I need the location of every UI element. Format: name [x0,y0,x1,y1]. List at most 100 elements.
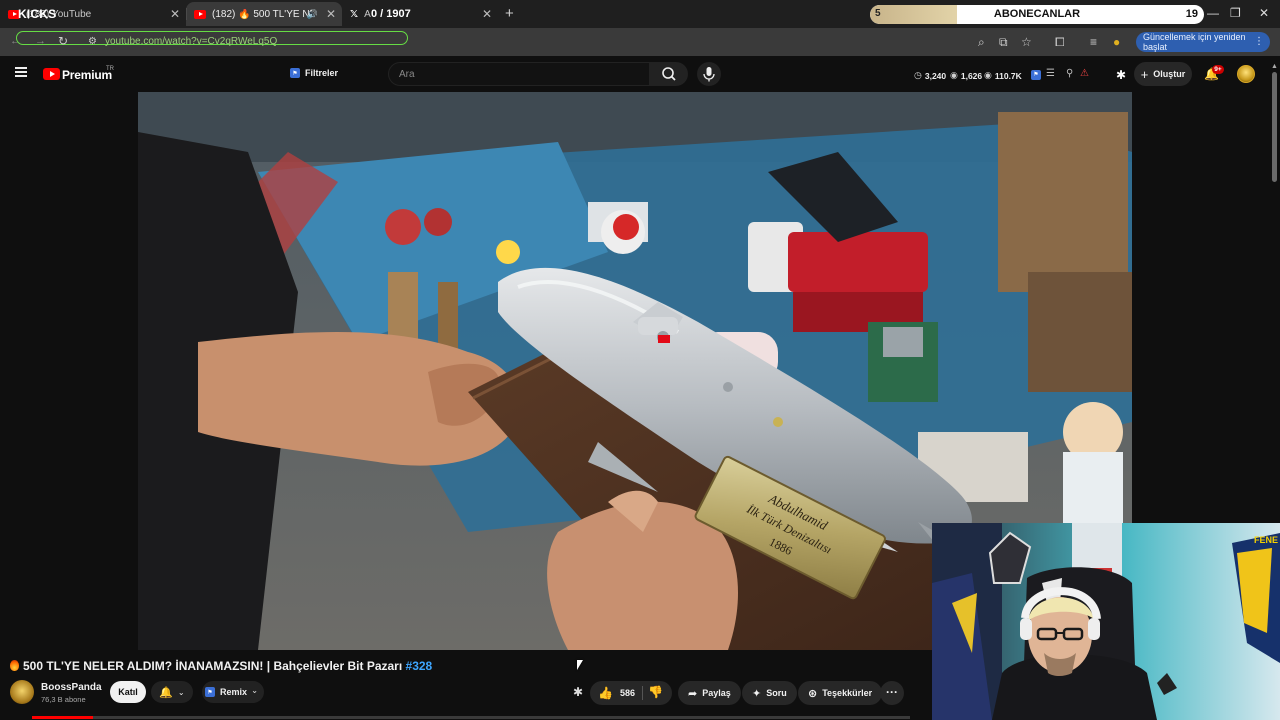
video-title-hashtag[interactable]: #328 [406,659,433,673]
restore-window-icon[interactable]: ❐ [1230,6,1241,20]
update-restart-button[interactable]: Güncellemek için yeniden başlat ⋮ [1136,32,1270,52]
youtube-masthead: Premium TR ⚑ Filtreler Ara ◷ 3,240 ◉ 1,626… [0,56,1280,92]
pin-icon[interactable]: ⚲ [1066,68,1073,79]
eye-icon: ◉ [950,70,958,80]
tab-divider [186,8,187,20]
browser-tab-x[interactable]: 𝕏 A ✕ [342,2,498,26]
search-button[interactable] [650,62,688,86]
page-scrollbar-thumb[interactable] [1272,72,1277,182]
reload-icon[interactable]: ↻ [58,34,68,48]
eye-icon: ◉ [984,70,992,80]
close-window-icon[interactable]: ✕ [1259,6,1269,20]
youtube-brand-label[interactable]: Premium [62,68,112,82]
more-actions-button[interactable]: ··· [880,681,904,705]
stat-total: ◉ 110.7K [984,70,1022,81]
microphone-icon [703,67,715,82]
extensions-icon[interactable]: ⧠ [1055,35,1065,50]
browser-menu-icon[interactable]: ⋮ [1254,36,1264,47]
paint-icon[interactable]: ✱ [1116,68,1126,82]
bell-icon: 🔔 [159,686,174,699]
minimize-window-icon[interactable]: — [1207,6,1219,20]
user-avatar[interactable] [1237,65,1255,83]
like-dislike-group: 👍 586 👎 [590,681,672,705]
search-placeholder: Ara [399,69,415,80]
stat-views: ◉ 1,626 [950,70,983,81]
youtube-logo-icon[interactable] [43,68,60,80]
zoom-icon[interactable]: ⌕ [978,35,985,50]
video-title: 500 TL'YE NELER ALDIM? İNANAMAZSIN! | Ba… [10,659,432,673]
ask-button[interactable]: ✦ Soru [742,681,797,705]
thanks-button[interactable]: ⊛ Teşekkürler [798,681,883,705]
thumbs-up-icon: 👍 [598,686,613,700]
extension-action-icon[interactable]: ✱ [573,685,583,699]
chevron-down-icon: ⌄ [177,687,185,697]
site-info-icon[interactable]: ⚙ [88,36,97,47]
pennant-text: FENE [1254,535,1278,545]
chevron-down-icon: ⌄ [251,686,258,695]
create-button[interactable]: + Oluştur [1134,62,1192,86]
filters-label: Filtreler [305,68,339,78]
thanks-label: Teşekkürler [822,688,873,698]
browser-tab-strip: ⌄ (182) YouTube ✕ (182) 🔥 500 TL'YE NELE… [0,0,1280,28]
subscriber-goal-label: ABONECANLAR [993,8,1081,20]
subscription-notifications-button[interactable]: 🔔 ⌄ [151,681,193,703]
reading-list-icon[interactable]: ≡ [1090,35,1097,49]
sparkle-icon: ✦ [752,687,762,700]
search-icon [662,67,676,81]
mouse-cursor-icon [577,660,583,670]
filters-button[interactable]: ⚑ Filtreler [290,68,338,78]
dislike-button[interactable]: 👎 [648,685,663,699]
video-progress-played [32,716,94,719]
video-progress-bar[interactable] [32,716,910,719]
like-button[interactable]: 👍 586 [598,686,635,700]
remix-button[interactable]: ⚑ Remix ⌄ [202,681,264,703]
join-button[interactable]: Katıl [110,681,146,703]
tab-close-icon[interactable]: ✕ [326,7,336,21]
subscriber-goal-right: 19 [1185,8,1198,20]
stat-watch-time: ◷ 3,240 [914,70,947,81]
ask-label: Soru [766,688,787,698]
search-input[interactable]: Ara [388,62,650,86]
clock-icon: ◷ [914,70,922,80]
plus-icon: + [1140,66,1149,82]
url-text[interactable]: youtube.com/watch?v=Cv2qRWeLq5Q [105,36,277,47]
create-label: Oluştur [1153,69,1186,79]
channel-avatar[interactable] [10,680,34,704]
menu-hamburger-icon[interactable] [15,67,27,77]
notification-count-badge: 9+ [1212,65,1224,74]
share-button[interactable]: ➦ Paylaş [678,681,741,705]
install-app-icon[interactable]: ⧉ [999,35,1008,50]
country-code: TR [106,66,114,72]
alert-icon[interactable]: ⚠ [1080,68,1089,79]
fire-icon [10,660,19,671]
tab-audio-icon[interactable]: 🔊 [307,9,318,20]
x-logo-icon: 𝕏 [350,8,359,20]
browser-tab-active-video[interactable]: (182) 🔥 500 TL'YE NELER AL 🔊 ✕ [186,2,342,26]
tab-close-icon[interactable]: ✕ [170,7,180,21]
tab-title: (182) 🔥 500 TL'YE NELER AL [212,8,312,20]
streamer-webcam-overlay: FENE [932,523,1280,720]
new-tab-plus-icon[interactable]: + [505,5,514,22]
share-label: Paylaş [702,688,731,698]
extension-badge-icon[interactable]: ⚑ [1031,68,1041,80]
tab-title: A [364,8,371,20]
playlist-icon[interactable]: ☰ [1046,68,1055,79]
like-divider [642,686,643,700]
video-title-text: 500 TL'YE NELER ALDIM? İNANAMAZSIN! | Ba… [23,659,406,673]
update-restart-label: Güncellemek için yeniden başlat [1143,32,1246,52]
scroll-up-arrow-icon[interactable]: ▲ [1271,63,1278,70]
tab-close-icon[interactable]: ✕ [482,7,492,21]
webcam-frame: FENE [932,523,1280,720]
super-thanks-icon: ⊛ [808,687,818,700]
bookmark-star-icon[interactable]: ☆ [1021,35,1032,49]
stream-overlay-counter: 0 / 1907 [371,8,411,20]
channel-subscriber-count: 76,3 B abone [41,695,86,704]
channel-name[interactable]: BoossPanda [41,682,102,693]
stream-overlay-brand: KICKS [18,7,57,21]
youtube-favicon-icon [194,9,206,19]
address-bar-row: ← → ↻ ⚙ youtube.com/watch?v=Cv2qRWeLq5Q … [0,28,1280,56]
remix-extension-icon: ⚑ [205,687,215,697]
profile-icon[interactable]: ● [1113,35,1120,49]
remix-label: Remix [220,687,248,697]
voice-search-button[interactable] [697,62,721,86]
